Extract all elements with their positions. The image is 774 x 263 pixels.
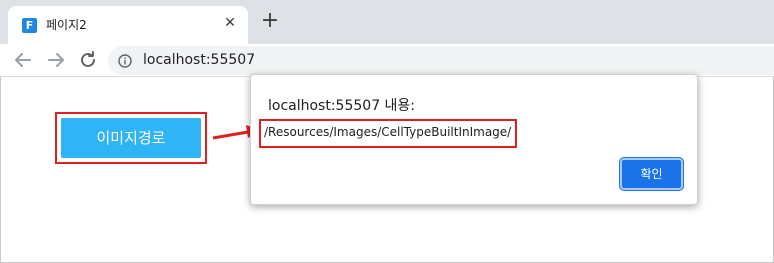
url-text: localhost:55507 (143, 52, 256, 68)
info-icon[interactable] (118, 53, 132, 68)
back-arrow-icon[interactable] (11, 48, 35, 72)
dialog-title: localhost:55507 내용: (268, 98, 416, 114)
tab-strip: F 페이지2 ✕ + (0, 0, 774, 44)
image-path-button[interactable]: 이미지경로 (61, 118, 201, 158)
ok-button[interactable]: 확인 (620, 158, 683, 190)
alert-dialog: localhost:55507 내용: /Resources/Images/Ce… (250, 74, 698, 205)
reload-icon[interactable] (76, 48, 100, 72)
address-bar[interactable]: localhost:55507 (108, 46, 774, 75)
favicon-icon: F (22, 18, 37, 33)
close-tab-icon[interactable]: ✕ (222, 15, 238, 31)
forward-arrow-icon[interactable] (44, 48, 68, 72)
browser-toolbar: localhost:55507 (0, 44, 774, 77)
tab-title: 페이지2 (46, 18, 87, 32)
browser-tab[interactable]: F 페이지2 ✕ (8, 6, 248, 44)
dialog-message: /Resources/Images/CellTypeBuiltInImage/ (264, 125, 512, 139)
new-tab-icon[interactable]: + (259, 10, 281, 33)
